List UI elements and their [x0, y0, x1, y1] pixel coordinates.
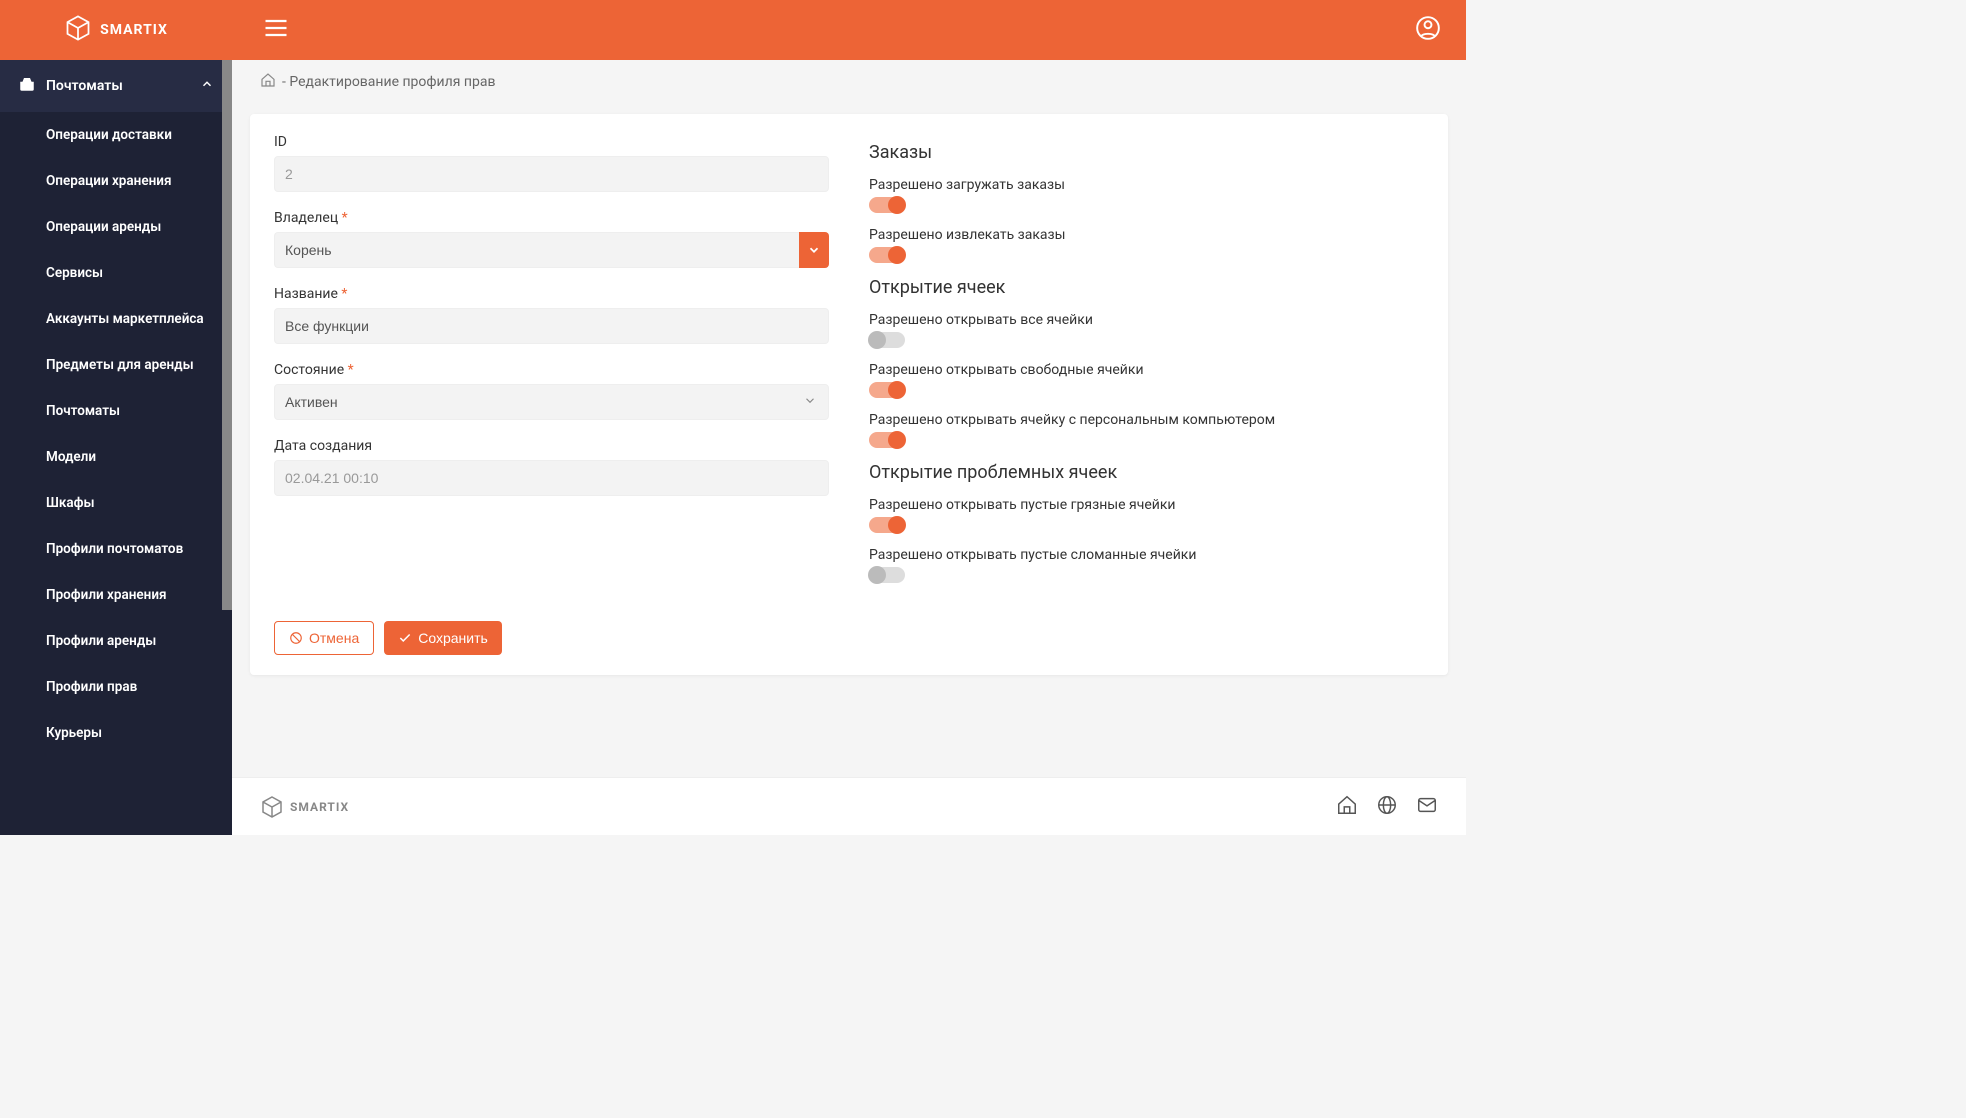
sidebar-item[interactable]: Профили хранения: [0, 572, 232, 618]
footer-globe-icon[interactable]: [1376, 794, 1398, 820]
owner-label: Владелец: [274, 210, 338, 226]
name-input[interactable]: [274, 308, 829, 344]
cancel-label: Отмена: [309, 630, 359, 646]
perm-broken-toggle[interactable]: [869, 567, 905, 583]
cancel-button[interactable]: Отмена: [274, 621, 374, 655]
footer-brand-text: SMARTIX: [290, 800, 349, 814]
sidebar-item[interactable]: Шкафы: [0, 480, 232, 526]
perm-free-toggle[interactable]: [869, 382, 905, 398]
perm-all-label: Разрешено открывать все ячейки: [869, 312, 1424, 328]
sidebar-group-postomats[interactable]: Почтоматы: [0, 60, 232, 112]
id-label: ID: [274, 134, 829, 150]
hamburger-icon[interactable]: [262, 14, 290, 46]
sidebar-item[interactable]: Курьеры: [0, 710, 232, 756]
sidebar-item[interactable]: Профили аренды: [0, 618, 232, 664]
perm-dirty-toggle[interactable]: [869, 517, 905, 533]
sidebar-item[interactable]: Операции аренды: [0, 204, 232, 250]
section-orders-title: Заказы: [869, 142, 1424, 163]
perm-pc-label: Разрешено открывать ячейку с персональны…: [869, 412, 1424, 428]
created-label: Дата создания: [274, 438, 829, 454]
sidebar-item[interactable]: Предметы для аренды: [0, 342, 232, 388]
form-right-column: Заказы Разрешено загружать заказы Разреш…: [869, 134, 1424, 597]
perm-pc-toggle[interactable]: [869, 432, 905, 448]
form-left-column: ID Владелец *: [274, 134, 829, 597]
state-select[interactable]: [274, 384, 829, 420]
sidebar-item[interactable]: Операции доставки: [0, 112, 232, 158]
toolbox-icon: [18, 75, 36, 97]
sidebar-item[interactable]: Профили почтоматов: [0, 526, 232, 572]
owner-dropdown-button[interactable]: [799, 232, 829, 268]
top-header: SMARTIX: [0, 0, 1466, 60]
sidebar-item[interactable]: Почтоматы: [0, 388, 232, 434]
save-label: Сохранить: [418, 630, 488, 646]
sidebar-item[interactable]: Модели: [0, 434, 232, 480]
perm-all-toggle[interactable]: [869, 332, 905, 348]
perm-broken-label: Разрешено открывать пустые сломанные яче…: [869, 547, 1424, 563]
state-label: Состояние: [274, 362, 344, 378]
required-mark: *: [342, 210, 348, 226]
perm-free-label: Разрешено открывать свободные ячейки: [869, 362, 1424, 378]
perm-load-label: Разрешено загружать заказы: [869, 177, 1424, 193]
name-label: Название: [274, 286, 338, 302]
sidebar-group-label: Почтоматы: [46, 78, 123, 94]
footer-home-icon[interactable]: [1336, 794, 1358, 820]
perm-load-toggle[interactable]: [869, 197, 905, 213]
breadcrumb-text: - Редактирование профиля прав: [282, 74, 495, 90]
home-icon[interactable]: [260, 72, 276, 92]
brand-text: SMARTIX: [100, 22, 168, 38]
owner-input[interactable]: [274, 232, 799, 268]
created-input: [274, 460, 829, 496]
section-problem-cells-title: Открытие проблемных ячеек: [869, 462, 1424, 483]
footer-brand: SMARTIX: [260, 795, 349, 819]
scrollbar-thumb[interactable]: [222, 60, 232, 610]
footer: SMARTIX: [232, 777, 1466, 835]
breadcrumb: - Редактирование профиля прав: [232, 60, 1466, 104]
required-mark: *: [348, 362, 354, 378]
save-button[interactable]: Сохранить: [384, 621, 502, 655]
required-mark: *: [341, 286, 347, 302]
perm-extract-label: Разрешено извлекать заказы: [869, 227, 1424, 243]
perm-extract-toggle[interactable]: [869, 247, 905, 263]
user-circle-icon[interactable]: [1415, 15, 1441, 45]
form-panel: ID Владелец *: [250, 114, 1448, 675]
brand-logo[interactable]: SMARTIX: [0, 0, 232, 60]
sidebar-item[interactable]: Сервисы: [0, 250, 232, 296]
footer-mail-icon[interactable]: [1416, 794, 1438, 820]
perm-dirty-label: Разрешено открывать пустые грязные ячейк…: [869, 497, 1424, 513]
chevron-up-icon: [200, 77, 214, 95]
section-open-cells-title: Открытие ячеек: [869, 277, 1424, 298]
sidebar-item[interactable]: Профили прав: [0, 664, 232, 710]
sidebar-item[interactable]: Операции хранения: [0, 158, 232, 204]
sidebar: Почтоматы Операции доставкиОперации хран…: [0, 60, 232, 835]
id-input: [274, 156, 829, 192]
box-icon: [64, 14, 92, 46]
sidebar-item[interactable]: Аккаунты маркетплейса: [0, 296, 232, 342]
